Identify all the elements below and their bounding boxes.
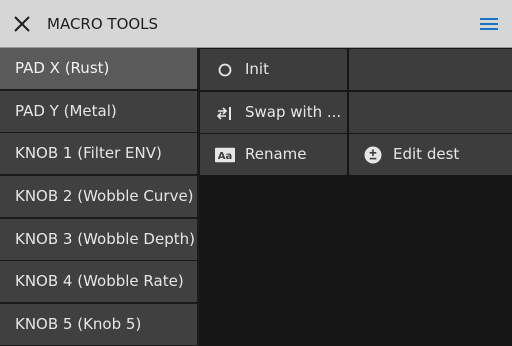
init-button[interactable]: Init <box>200 49 347 90</box>
action-grid: Init Swap with ... Aa Rename Edit dest <box>199 48 512 346</box>
close-icon <box>14 16 30 32</box>
rename-label: Rename <box>245 145 307 163</box>
circle-icon <box>215 49 235 90</box>
rename-aa-icon: Aa <box>215 134 235 175</box>
swap-icon <box>215 92 235 133</box>
header-bar: MACRO TOOLS <box>0 0 512 48</box>
init-label: Init <box>245 60 269 78</box>
empty-slot <box>349 49 512 90</box>
menu-button[interactable] <box>474 10 504 38</box>
edit-dest-button[interactable]: Edit dest <box>349 134 512 175</box>
hamburger-menu-icon <box>480 18 498 30</box>
svg-text:Aa: Aa <box>218 151 233 162</box>
sidebar-item-knob-3[interactable]: KNOB 3 (Wobble Depth) <box>0 219 197 260</box>
sidebar-item-knob-4[interactable]: KNOB 4 (Wobble Rate) <box>0 261 197 302</box>
sidebar-item-knob-5[interactable]: KNOB 5 (Knob 5) <box>0 304 197 345</box>
macro-list: PAD X (Rust) PAD Y (Metal) KNOB 1 (Filte… <box>0 48 198 346</box>
empty-slot <box>349 92 512 133</box>
close-button[interactable] <box>8 10 36 38</box>
sidebar-item-knob-2[interactable]: KNOB 2 (Wobble Curve) <box>0 176 197 217</box>
sidebar-item-pad-y[interactable]: PAD Y (Metal) <box>0 91 197 132</box>
page-title: MACRO TOOLS <box>47 15 159 33</box>
sidebar-item-knob-1[interactable]: KNOB 1 (Filter ENV) <box>0 133 197 174</box>
swap-label: Swap with ... <box>245 103 342 121</box>
edit-dest-label: Edit dest <box>393 145 460 163</box>
swap-with-button[interactable]: Swap with ... <box>200 92 347 133</box>
sidebar-item-pad-x[interactable]: PAD X (Rust) <box>0 48 197 89</box>
rename-button[interactable]: Aa Rename <box>200 134 347 175</box>
plus-minus-icon <box>363 134 383 175</box>
